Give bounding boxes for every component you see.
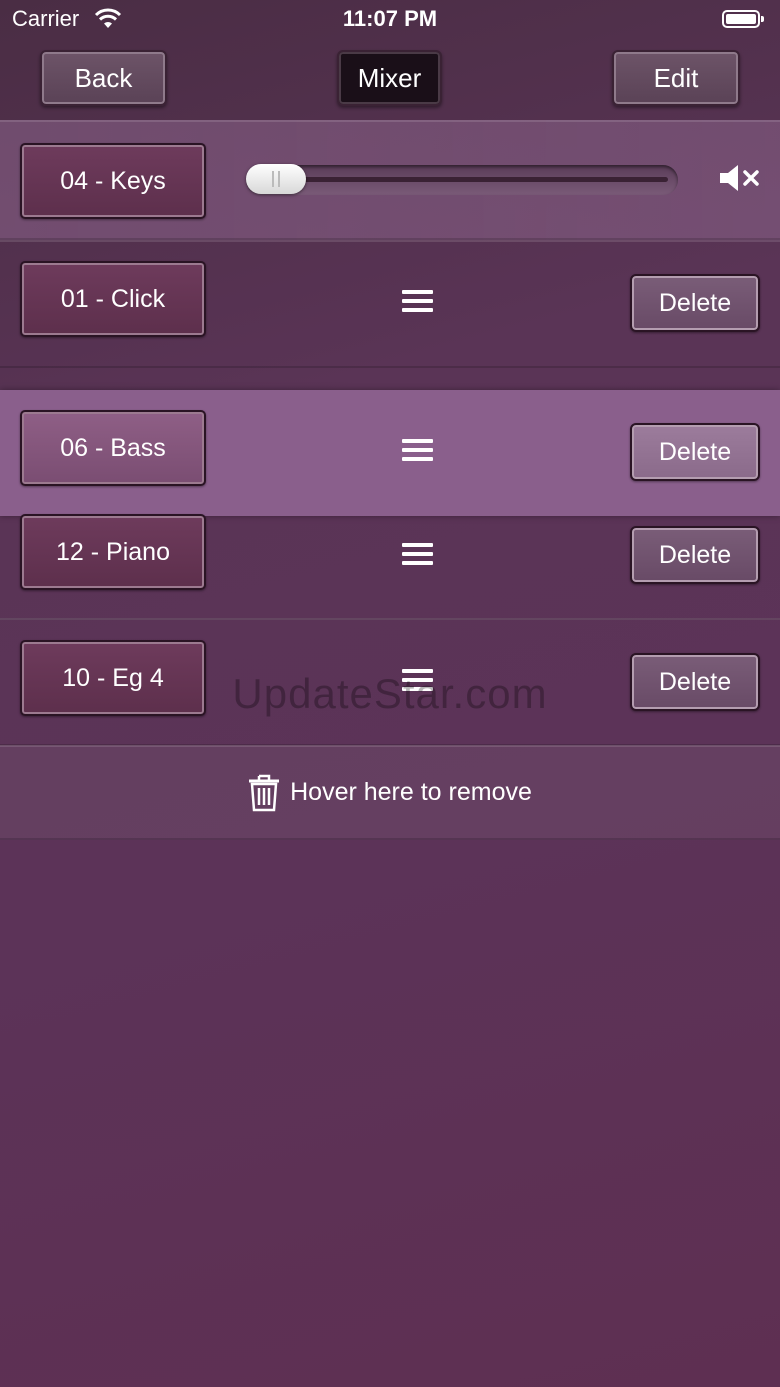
remove-zone-label: Hover here to remove xyxy=(290,778,532,806)
delete-button[interactable]: Delete xyxy=(630,274,760,332)
speaker-muted-icon[interactable] xyxy=(718,163,762,193)
reorder-handle-icon[interactable] xyxy=(402,543,433,565)
back-button[interactable]: Back xyxy=(40,50,167,106)
volume-slider[interactable] xyxy=(246,165,678,195)
volume-slider-knob[interactable] xyxy=(246,164,306,194)
track-button[interactable]: 12 - Piano xyxy=(20,514,206,590)
mixer-button[interactable]: Mixer xyxy=(337,50,442,106)
remove-drop-zone[interactable]: Hover here to remove xyxy=(0,745,780,840)
watermark: UpdateStar.com xyxy=(232,670,548,717)
track-button[interactable]: 01 - Click xyxy=(20,261,206,337)
clock: 11:07 PM xyxy=(342,6,438,31)
mixer-track-button[interactable]: 04 - Keys xyxy=(20,143,206,219)
status-bar: Carrier 11:07 PM xyxy=(0,0,780,40)
battery-icon xyxy=(722,10,764,28)
delete-button[interactable]: Delete xyxy=(630,526,760,584)
reorder-handle-icon[interactable] xyxy=(402,439,433,461)
delete-button[interactable]: Delete xyxy=(630,423,760,481)
reorder-handle-icon[interactable] xyxy=(402,290,433,312)
trash-icon xyxy=(249,774,280,811)
edit-button[interactable]: Edit xyxy=(612,50,740,106)
track-button[interactable]: 06 - Bass xyxy=(20,410,206,486)
